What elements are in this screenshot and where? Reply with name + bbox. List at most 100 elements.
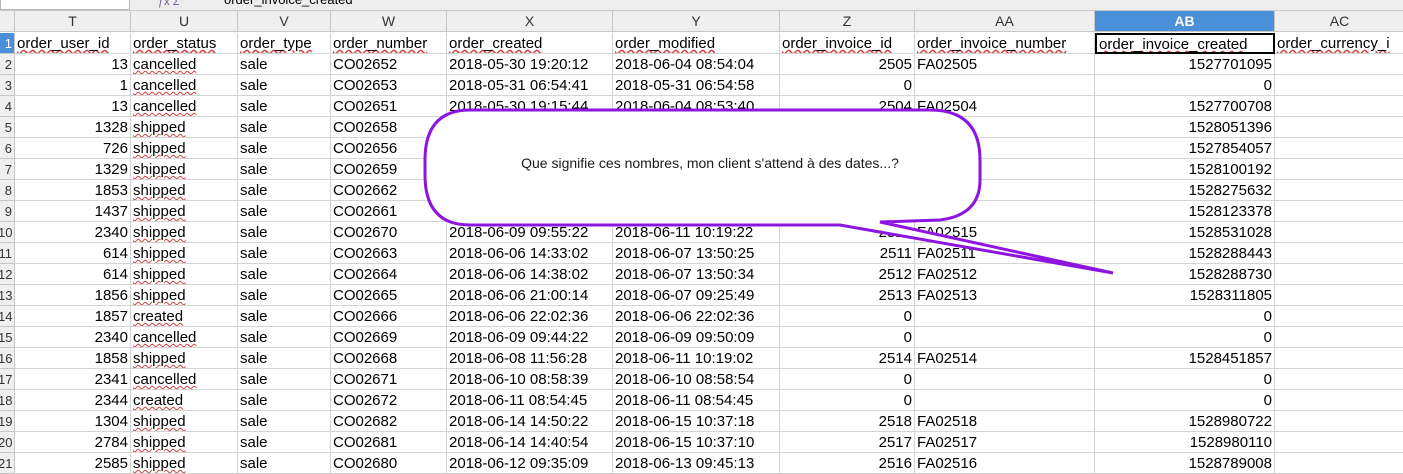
table-cell[interactable]: 0 (1095, 327, 1275, 348)
row-header[interactable]: 19 (0, 411, 15, 432)
table-cell[interactable]: FA02513 (915, 285, 1095, 306)
table-cell[interactable]: CO02666 (331, 306, 447, 327)
header-cell[interactable]: order_modified (613, 33, 780, 54)
table-cell[interactable]: 2585 (15, 453, 131, 474)
table-cell[interactable]: 1528288730 (1095, 264, 1275, 285)
table-cell[interactable]: 726 (15, 138, 131, 159)
table-cell[interactable]: CO02653 (331, 75, 447, 96)
header-cell[interactable]: order_status (131, 33, 238, 54)
table-cell[interactable]: 2514 (780, 348, 915, 369)
table-cell[interactable]: 1527701095 (1095, 54, 1275, 75)
table-cell[interactable]: sale (238, 348, 331, 369)
column-header-t[interactable]: T (15, 11, 131, 32)
table-cell[interactable] (1275, 201, 1403, 222)
table-cell[interactable]: 0 (1095, 390, 1275, 411)
table-cell[interactable]: 2018-06-12 09:35:09 (447, 453, 613, 474)
table-cell[interactable]: 0 (780, 369, 915, 390)
table-cell[interactable]: CO02662 (331, 180, 447, 201)
table-cell[interactable]: CO02663 (331, 243, 447, 264)
row-header[interactable]: 7 (0, 159, 15, 180)
table-cell[interactable]: 0 (780, 306, 915, 327)
table-cell[interactable] (915, 75, 1095, 96)
table-cell[interactable] (447, 117, 613, 138)
row-header[interactable]: 14 (0, 306, 15, 327)
row-header[interactable]: 16 (0, 348, 15, 369)
table-cell[interactable]: cancelled (131, 96, 238, 117)
table-cell[interactable]: created (131, 390, 238, 411)
table-cell[interactable] (1275, 411, 1403, 432)
header-cell[interactable]: order_invoice_created (1095, 33, 1275, 54)
table-cell[interactable]: 1528311805 (1095, 285, 1275, 306)
table-cell[interactable]: shipped (131, 348, 238, 369)
name-box[interactable] (0, 0, 130, 10)
row-header[interactable]: 3 (0, 75, 15, 96)
table-cell[interactable] (915, 390, 1095, 411)
table-cell[interactable]: sale (238, 327, 331, 348)
table-cell[interactable]: 2018-06-06 14:38:02 (447, 264, 613, 285)
table-cell[interactable]: 2018-06-13 09:45:13 (613, 453, 780, 474)
table-cell[interactable]: 7 (915, 117, 1095, 138)
row-header[interactable]: 13 (0, 285, 15, 306)
table-cell[interactable]: 2018-06-09 09:50:09 (613, 327, 780, 348)
table-cell[interactable]: sale (238, 432, 331, 453)
column-header-z[interactable]: Z (780, 11, 915, 32)
table-cell[interactable]: 614 (15, 264, 131, 285)
table-cell[interactable]: FA02516 (915, 453, 1095, 474)
table-cell[interactable]: FA02511 (915, 243, 1095, 264)
table-cell[interactable]: FA02518 (915, 411, 1095, 432)
table-cell[interactable]: 2018-06-11 10:19:02 (613, 348, 780, 369)
header-cell[interactable]: order_user_id (15, 33, 131, 54)
column-header-aa[interactable]: AA (915, 11, 1095, 32)
table-cell[interactable]: sale (238, 180, 331, 201)
table-cell[interactable]: shipped (131, 180, 238, 201)
table-cell[interactable] (1275, 348, 1403, 369)
table-cell[interactable]: 2340 (15, 327, 131, 348)
table-cell[interactable] (613, 180, 780, 201)
table-cell[interactable]: 0 (780, 75, 915, 96)
table-cell[interactable]: CO02672 (331, 390, 447, 411)
row-header[interactable]: 12 (0, 264, 15, 285)
table-cell[interactable]: shipped (131, 243, 238, 264)
table-cell[interactable]: sale (238, 117, 331, 138)
table-cell[interactable]: 1437 (15, 201, 131, 222)
column-header-u[interactable]: U (131, 11, 238, 32)
column-header-v[interactable]: V (238, 11, 331, 32)
column-header-w[interactable]: W (331, 11, 447, 32)
table-cell[interactable]: CO02661 (331, 201, 447, 222)
table-cell[interactable] (1275, 96, 1403, 117)
table-cell[interactable]: 1527854057 (1095, 138, 1275, 159)
table-cell[interactable]: shipped (131, 159, 238, 180)
table-cell[interactable]: FA02514 (915, 348, 1095, 369)
header-cell[interactable]: order_currency_i (1275, 33, 1403, 54)
table-cell[interactable]: shipped (131, 264, 238, 285)
table-cell[interactable]: CO02669 (331, 327, 447, 348)
table-cell[interactable]: CO02681 (331, 432, 447, 453)
table-cell[interactable]: 2018-06-11 08:54:45 (613, 390, 780, 411)
table-cell[interactable]: CO02670 (331, 222, 447, 243)
table-cell[interactable]: 2018-06-07 13:50:34 (613, 264, 780, 285)
table-cell[interactable]: 2018-06-04 08:54:04 (613, 54, 780, 75)
table-cell[interactable] (1275, 453, 1403, 474)
table-cell[interactable] (1275, 138, 1403, 159)
table-cell[interactable]: 2018-06-15 10:37:18 (613, 411, 780, 432)
table-cell[interactable]: 2505 (780, 54, 915, 75)
table-cell[interactable]: sale (238, 285, 331, 306)
table-cell[interactable]: cancelled (131, 54, 238, 75)
table-cell[interactable]: 1528100192 (1095, 159, 1275, 180)
row-header[interactable]: 4 (0, 96, 15, 117)
table-cell[interactable]: 0 (780, 327, 915, 348)
table-cell[interactable] (1275, 264, 1403, 285)
table-cell[interactable]: 1527700708 (1095, 96, 1275, 117)
column-header-ac[interactable]: AC (1275, 11, 1403, 32)
table-cell[interactable]: 2340 (15, 222, 131, 243)
table-cell[interactable]: 1528980722 (1095, 411, 1275, 432)
table-cell[interactable]: 2018-06-07 09:25:49 (613, 285, 780, 306)
table-cell[interactable]: 2018-05-31 06:54:41 (447, 75, 613, 96)
table-cell[interactable]: 2018-06-11 10:19:22 (613, 222, 780, 243)
table-cell[interactable]: sale (238, 201, 331, 222)
header-cell[interactable]: order_invoice_number (915, 33, 1095, 54)
table-cell[interactable]: shipped (131, 222, 238, 243)
table-cell[interactable]: 0 (915, 180, 1095, 201)
table-cell[interactable]: 1857 (15, 306, 131, 327)
table-cell[interactable]: 2018-06-11 08:54:45 (447, 390, 613, 411)
